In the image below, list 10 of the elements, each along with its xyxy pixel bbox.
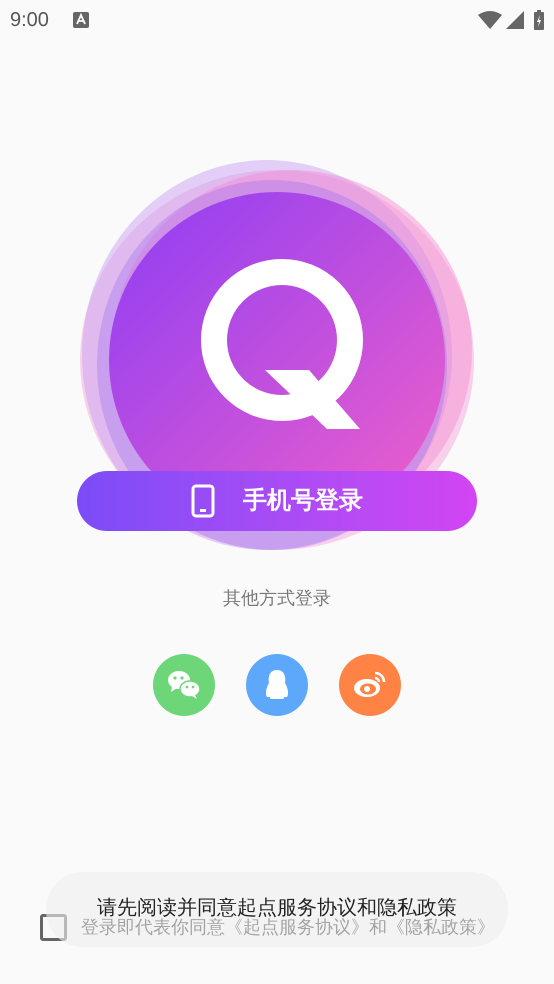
phone-icon [191,484,215,518]
other-login-label: 其他方式登录 [223,587,331,610]
wifi-icon [478,10,502,30]
battery-icon [534,10,544,30]
status-time: 9:00 [10,8,49,33]
signal-icon [506,11,524,29]
keyboard-notification-icon [72,12,89,28]
agreement-text: 登录即代表你同意《起点服务协议》和《隐私政策》 [81,917,495,939]
agreement-checkbox[interactable] [40,914,67,941]
phone-login-button[interactable]: 手机号登录 [77,471,477,531]
